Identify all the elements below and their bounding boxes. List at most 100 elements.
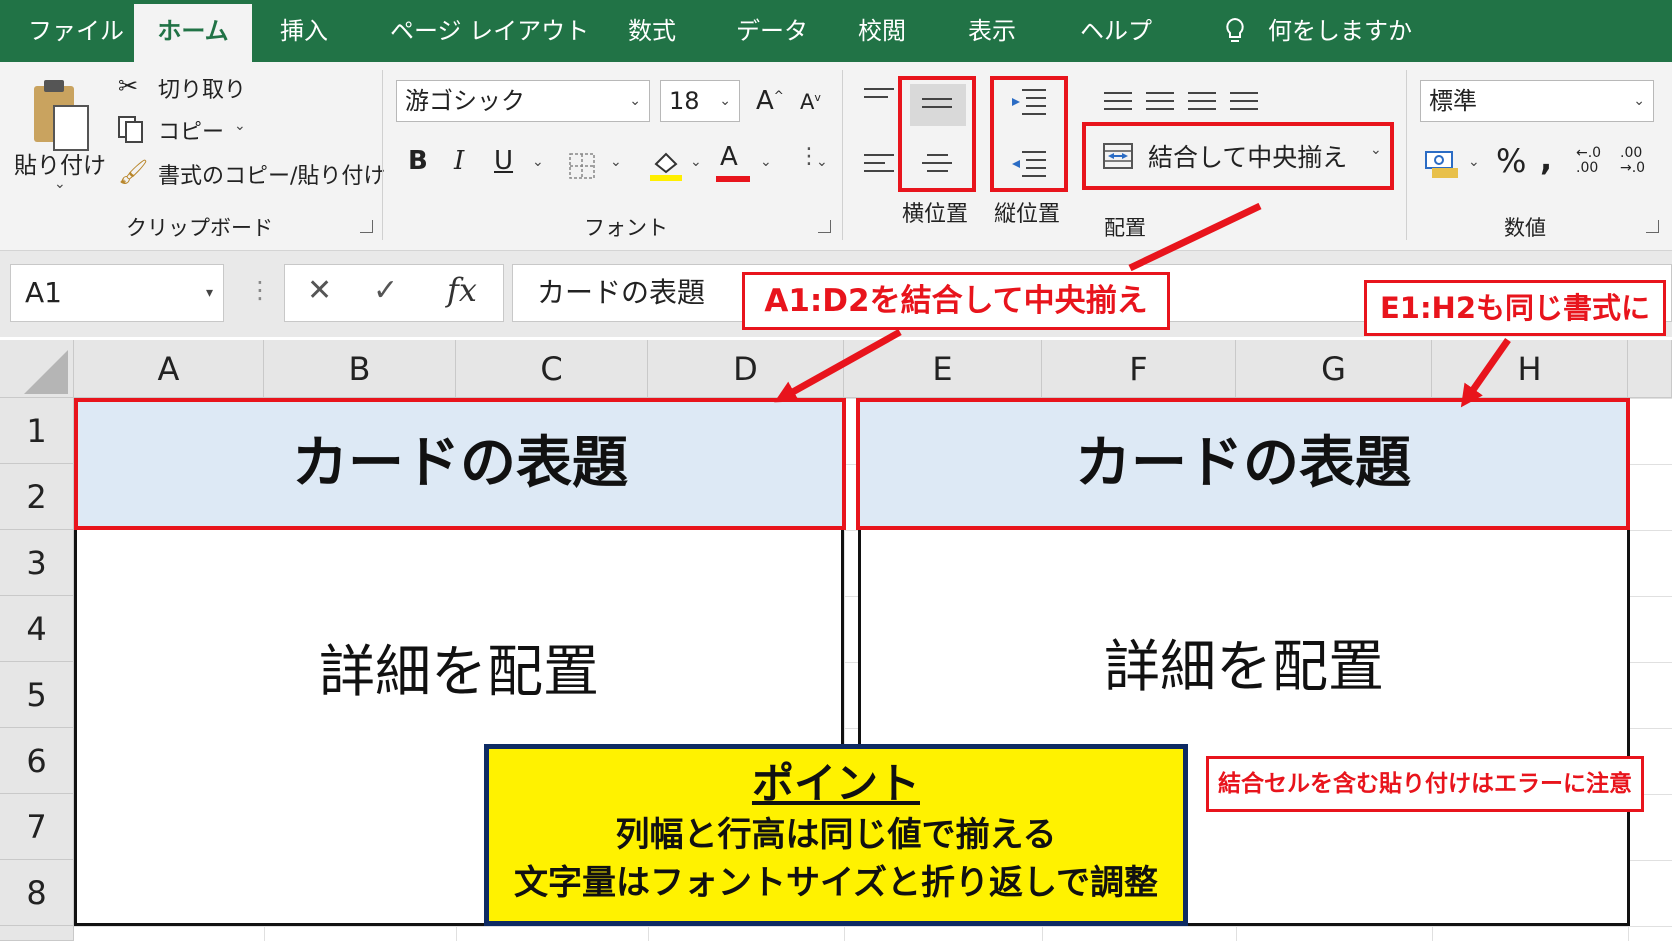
paste-icon[interactable] [30, 76, 94, 156]
percent-button[interactable]: % [1496, 142, 1526, 180]
font-size-combo[interactable]: 18 ⌄ [660, 80, 740, 122]
underline-dropdown-icon[interactable]: ⌄ [532, 154, 544, 170]
tell-me-search[interactable]: 何をしますか [1268, 0, 1412, 62]
insert-function-icon[interactable]: fx [447, 271, 477, 309]
number-format-value: 標準 [1429, 87, 1477, 115]
column-header-h[interactable]: H [1432, 340, 1628, 398]
column-header-e[interactable]: E [844, 340, 1042, 398]
row-header-6[interactable]: 6 [0, 728, 74, 794]
tab-data[interactable]: データ [736, 0, 808, 62]
chevron-down-icon[interactable]: ⌄ [1370, 142, 1382, 158]
row-header-4[interactable]: 4 [0, 596, 74, 662]
fill-color-icon[interactable] [648, 146, 684, 182]
ribbon-tab-bar: ファイル ホーム 挿入 ページ レイアウト 数式 データ 校閲 表示 ヘルプ 何… [0, 0, 1672, 62]
group-separator [382, 70, 383, 240]
copy-dropdown-icon[interactable]: ⌄ [234, 118, 246, 134]
scissors-icon: ✂ [118, 72, 139, 100]
cut-button[interactable]: 切り取り [158, 72, 246, 104]
merge-a-callout: A1:D2を結合して中央揃え [742, 272, 1170, 330]
underline-button[interactable]: U [494, 146, 513, 176]
tab-file[interactable]: ファイル [28, 0, 124, 62]
more-dropdown-icon[interactable]: ⌄ [816, 154, 828, 170]
align-left-icon[interactable] [864, 154, 894, 178]
column-header-b[interactable]: B [264, 340, 456, 398]
card-2-title-cell[interactable]: カードの表題 [856, 398, 1630, 530]
paste-dropdown-icon[interactable]: ⌄ [54, 176, 66, 192]
fill-color-dropdown-icon[interactable]: ⌄ [690, 154, 702, 170]
tab-help[interactable]: ヘルプ [1080, 0, 1152, 62]
name-box-value: A1 [25, 276, 62, 309]
grow-font-button[interactable]: A^ [756, 86, 784, 116]
column-header-f[interactable]: F [1042, 340, 1236, 398]
font-launcher-icon[interactable] [818, 220, 831, 233]
row-header-next [0, 926, 74, 941]
row-header-5[interactable]: 5 [0, 662, 74, 728]
chevron-down-icon: ⌄ [629, 93, 641, 109]
decrease-decimal-button[interactable]: .00 →.0 [1620, 146, 1645, 176]
tab-review[interactable]: 校閲 [858, 0, 906, 62]
font-name-value: 游ゴシック [405, 87, 525, 115]
row-header-1[interactable]: 1 [0, 398, 74, 464]
tab-page-layout[interactable]: ページ レイアウト [390, 0, 589, 62]
indent-left-icon[interactable] [1104, 92, 1132, 116]
paste-button[interactable]: 貼り付け [14, 146, 106, 180]
point-line-2: 文字量はフォントサイズと折り返しで調整 [514, 863, 1158, 903]
column-header-d[interactable]: D [648, 340, 844, 398]
increase-decimal-button[interactable]: ←.0 .00 [1576, 146, 1601, 176]
row-header-8[interactable]: 8 [0, 860, 74, 926]
formula-buttons: ✕ ✓ fx [284, 264, 504, 322]
point-box: ポイント 列幅と行高は同じ値で揃える 文字量はフォントサイズと折り返しで調整 [484, 744, 1188, 926]
point-heading: ポイント [751, 759, 920, 808]
enter-icon[interactable]: ✓ [373, 273, 398, 308]
shrink-font-button[interactable]: Av [800, 90, 821, 114]
cancel-icon[interactable]: ✕ [307, 273, 332, 308]
ribbon-home: 貼り付け ⌄ ✂ 切り取り コピー ⌄ 🖌 書式のコピー/貼り付け クリップボー… [0, 62, 1672, 251]
merge-center-button[interactable]: 結合して中央揃え ⌄ [1082, 122, 1394, 190]
accounting-format-icon[interactable] [1424, 146, 1460, 182]
italic-button[interactable]: I [454, 146, 464, 176]
merge-center-icon [1103, 143, 1133, 169]
justify-icon[interactable] [1146, 92, 1174, 116]
bold-button[interactable]: B [408, 146, 428, 176]
card-2-body-text: 詳細を配置 [1104, 635, 1384, 700]
border-dropdown-icon[interactable]: ⌄ [610, 154, 622, 170]
card-1-title-text: カードの表題 [292, 431, 628, 496]
tab-insert[interactable]: 挿入 [280, 0, 328, 62]
tab-view[interactable]: 表示 [968, 0, 1016, 62]
font-name-combo[interactable]: 游ゴシック ⌄ [396, 80, 650, 122]
number-launcher-icon[interactable] [1646, 220, 1659, 233]
comma-button[interactable]: , [1540, 140, 1552, 178]
font-group-label: フォント [584, 216, 668, 240]
number-format-combo[interactable]: 標準 ⌄ [1420, 80, 1654, 122]
column-header-a[interactable]: A [74, 340, 264, 398]
font-color-button[interactable]: A [720, 142, 738, 172]
clipboard-launcher-icon[interactable] [360, 220, 373, 233]
card-1-title-cell[interactable]: カードの表題 [74, 398, 846, 530]
row-header-3[interactable]: 3 [0, 530, 74, 596]
row-header-7[interactable]: 7 [0, 794, 74, 860]
distributed-icon[interactable] [1188, 92, 1216, 116]
font-color-dropdown-icon[interactable]: ⌄ [760, 154, 772, 170]
alignment-group-label: 配置 [1104, 216, 1146, 240]
format-painter-button[interactable]: 書式のコピー/貼り付け [158, 158, 385, 190]
column-header-c[interactable]: C [456, 340, 648, 398]
select-all-triangle-icon [24, 350, 68, 394]
row-header-2[interactable]: 2 [0, 464, 74, 530]
border-icon[interactable] [568, 152, 596, 180]
tab-home[interactable]: ホーム [134, 4, 252, 62]
tab-formulas[interactable]: 数式 [628, 0, 676, 62]
merge-e-callout: E1:H2も同じ書式に [1364, 280, 1666, 336]
justify-distributed-icon[interactable] [1230, 92, 1258, 116]
copy-button[interactable]: コピー [158, 114, 224, 146]
chevron-down-icon: ⌄ [1633, 93, 1645, 109]
horizontal-align-label: 横位置 [902, 202, 969, 227]
card-2-title-text: カードの表題 [1075, 431, 1411, 496]
name-box[interactable]: A1 ▾ [10, 264, 224, 322]
vertical-align-label: 縦位置 [994, 202, 1061, 227]
vertical-align-highlight [990, 76, 1068, 192]
column-header-g[interactable]: G [1236, 340, 1432, 398]
formula-bar-grip-icon: ⋮ [248, 276, 272, 304]
align-top-icon[interactable] [864, 88, 894, 104]
chevron-down-icon[interactable]: ▾ [206, 265, 213, 321]
accounting-dropdown-icon[interactable]: ⌄ [1468, 154, 1480, 170]
